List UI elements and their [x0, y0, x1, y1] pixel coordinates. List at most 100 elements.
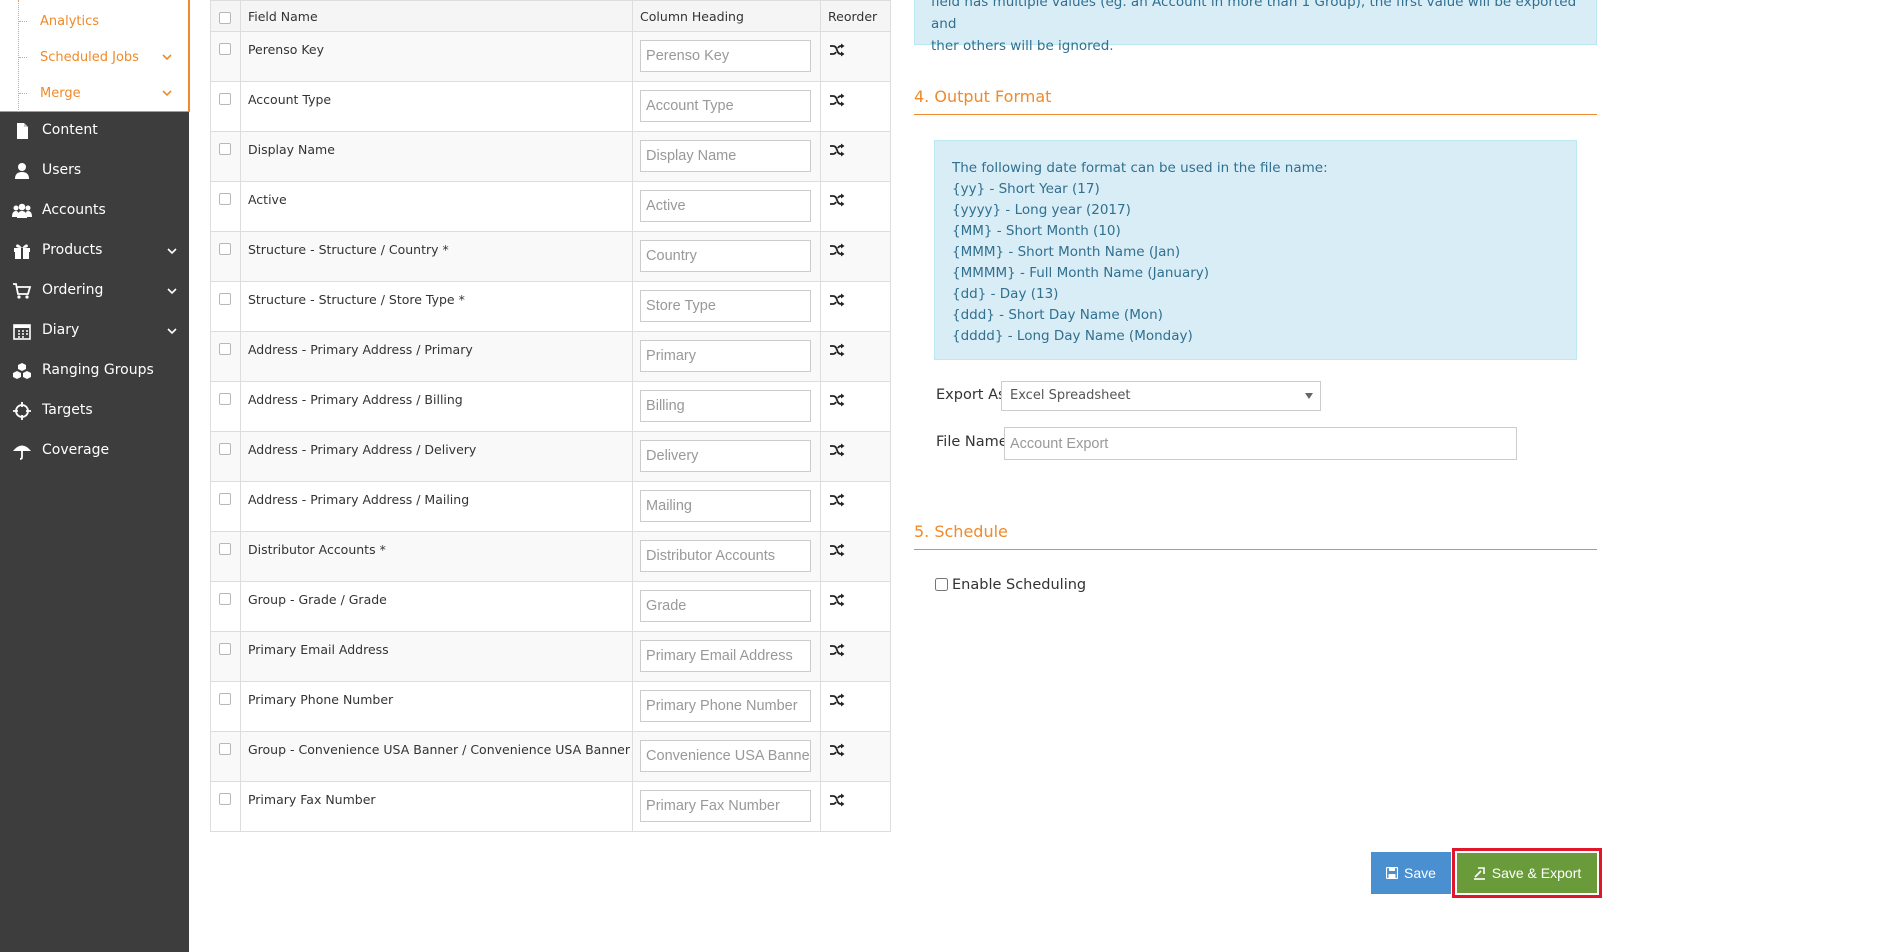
sidebar-subitem-scheduled-jobs[interactable]: Scheduled Jobs — [0, 39, 188, 75]
field-name: Distributor Accounts * — [247, 542, 386, 557]
sidebar-item-targets[interactable]: Targets — [0, 391, 189, 431]
date-format-line: {MMM} - Short Month Name (Jan) — [952, 244, 1181, 260]
row-checkbox[interactable] — [219, 643, 231, 655]
export-as-select[interactable]: Excel Spreadsheet — [1001, 381, 1321, 411]
gift-icon — [14, 244, 30, 259]
row-checkbox-cell — [210, 281, 241, 332]
column-heading-input[interactable] — [640, 290, 812, 322]
fields-table: Field Name Column Heading Reorder Perens… — [210, 0, 891, 832]
sidebar-item-ordering[interactable]: Ordering — [0, 271, 189, 311]
reorder-cell — [820, 381, 891, 432]
sidebar-item-content[interactable]: Content — [0, 111, 189, 151]
row-checkbox[interactable] — [219, 93, 231, 105]
shuffle-icon[interactable] — [829, 743, 845, 757]
shuffle-icon[interactable] — [829, 143, 845, 157]
caret-down-icon — [1305, 393, 1313, 399]
table-row: Group - Convenience USA Banner / Conveni… — [210, 731, 891, 782]
shuffle-icon[interactable] — [829, 593, 845, 607]
column-heading-input[interactable] — [640, 340, 812, 372]
date-format-line: {dd} - Day (13) — [952, 286, 1059, 302]
save-export-button[interactable]: Save & Export — [1457, 853, 1597, 893]
shuffle-icon[interactable] — [829, 343, 845, 357]
column-heading-input[interactable] — [640, 640, 812, 672]
section-title-schedule: 5. Schedule — [914, 522, 1597, 550]
row-checkbox[interactable] — [219, 293, 231, 305]
column-heading-input[interactable] — [640, 540, 812, 572]
shuffle-icon[interactable] — [829, 93, 845, 107]
row-checkbox-cell — [210, 381, 241, 432]
sidebar-item-label: Ordering — [42, 282, 104, 298]
field-name-cell: Address - Primary Address / Billing — [239, 381, 634, 432]
sidebar-item-accounts[interactable]: Accounts — [0, 191, 189, 231]
enable-scheduling-label[interactable]: Enable Scheduling — [952, 577, 1086, 593]
shuffle-icon[interactable] — [829, 293, 845, 307]
shuffle-icon[interactable] — [829, 643, 845, 657]
field-name-cell: Active — [239, 181, 634, 232]
shuffle-icon[interactable] — [829, 243, 845, 257]
row-checkbox[interactable] — [219, 343, 231, 355]
save-button[interactable]: Save — [1371, 852, 1451, 894]
row-checkbox[interactable] — [219, 393, 231, 405]
row-checkbox-cell — [210, 631, 241, 682]
column-heading-input[interactable] — [640, 690, 812, 722]
column-heading-cell — [632, 181, 822, 232]
column-heading-input[interactable] — [640, 40, 812, 72]
row-checkbox[interactable] — [219, 243, 231, 255]
sidebar-subitem-analytics[interactable]: Analytics — [0, 3, 188, 39]
field-name: Display Name — [247, 142, 335, 157]
shuffle-icon[interactable] — [829, 443, 845, 457]
column-heading-input[interactable] — [640, 390, 812, 422]
shuffle-icon[interactable] — [829, 793, 845, 807]
file-name-input[interactable] — [1004, 427, 1517, 460]
column-heading-input[interactable] — [640, 590, 812, 622]
reorder-cell — [820, 681, 891, 732]
sidebar-item-diary[interactable]: Diary — [0, 311, 189, 351]
header-column-heading[interactable]: Column Heading — [632, 0, 822, 32]
shuffle-icon[interactable] — [829, 393, 845, 407]
column-heading-input[interactable] — [640, 140, 812, 172]
row-checkbox[interactable] — [219, 43, 231, 55]
table-body: Perenso Key Account Type Display Name — [210, 31, 891, 832]
header-field-name[interactable]: Field Name — [239, 0, 634, 32]
table-header-row: Field Name Column Heading Reorder — [210, 0, 891, 32]
row-checkbox-cell — [210, 181, 241, 232]
sidebar-item-label: Coverage — [42, 442, 110, 458]
sidebar-item-users[interactable]: Users — [0, 151, 189, 191]
reorder-cell — [820, 481, 891, 532]
row-checkbox-cell — [210, 231, 241, 282]
row-checkbox[interactable] — [219, 693, 231, 705]
shuffle-icon[interactable] — [829, 193, 845, 207]
row-checkbox[interactable] — [219, 743, 231, 755]
sidebar-item-coverage[interactable]: Coverage — [0, 431, 189, 471]
select-all-checkbox[interactable] — [219, 12, 231, 24]
column-heading-input[interactable] — [640, 90, 812, 122]
column-heading-input[interactable] — [640, 790, 812, 822]
reorder-cell — [820, 431, 891, 482]
column-heading-input[interactable] — [640, 240, 812, 272]
enable-scheduling-checkbox[interactable] — [935, 578, 948, 591]
shuffle-icon[interactable] — [829, 43, 845, 57]
row-checkbox[interactable] — [219, 793, 231, 805]
sidebar-subitem-merge[interactable]: Merge — [0, 75, 188, 111]
shuffle-icon[interactable] — [829, 543, 845, 557]
header-reorder[interactable]: Reorder — [820, 0, 891, 32]
column-heading-input[interactable] — [640, 740, 812, 772]
row-checkbox[interactable] — [219, 593, 231, 605]
row-checkbox[interactable] — [219, 143, 231, 155]
column-heading-input[interactable] — [640, 440, 812, 472]
date-format-line: The following date format can be used in… — [952, 160, 1328, 176]
shuffle-icon[interactable] — [829, 693, 845, 707]
field-name-cell: Distributor Accounts * — [239, 531, 634, 582]
row-checkbox[interactable] — [219, 443, 231, 455]
row-checkbox[interactable] — [219, 193, 231, 205]
field-name: Primary Email Address — [247, 642, 389, 657]
sidebar-item-ranging-groups[interactable]: Ranging Groups — [0, 351, 189, 391]
column-heading-cell — [632, 731, 822, 782]
row-checkbox[interactable] — [219, 493, 231, 505]
reorder-cell — [820, 781, 891, 832]
row-checkbox[interactable] — [219, 543, 231, 555]
column-heading-input[interactable] — [640, 490, 812, 522]
shuffle-icon[interactable] — [829, 493, 845, 507]
column-heading-input[interactable] — [640, 190, 812, 222]
sidebar-item-products[interactable]: Products — [0, 231, 189, 271]
